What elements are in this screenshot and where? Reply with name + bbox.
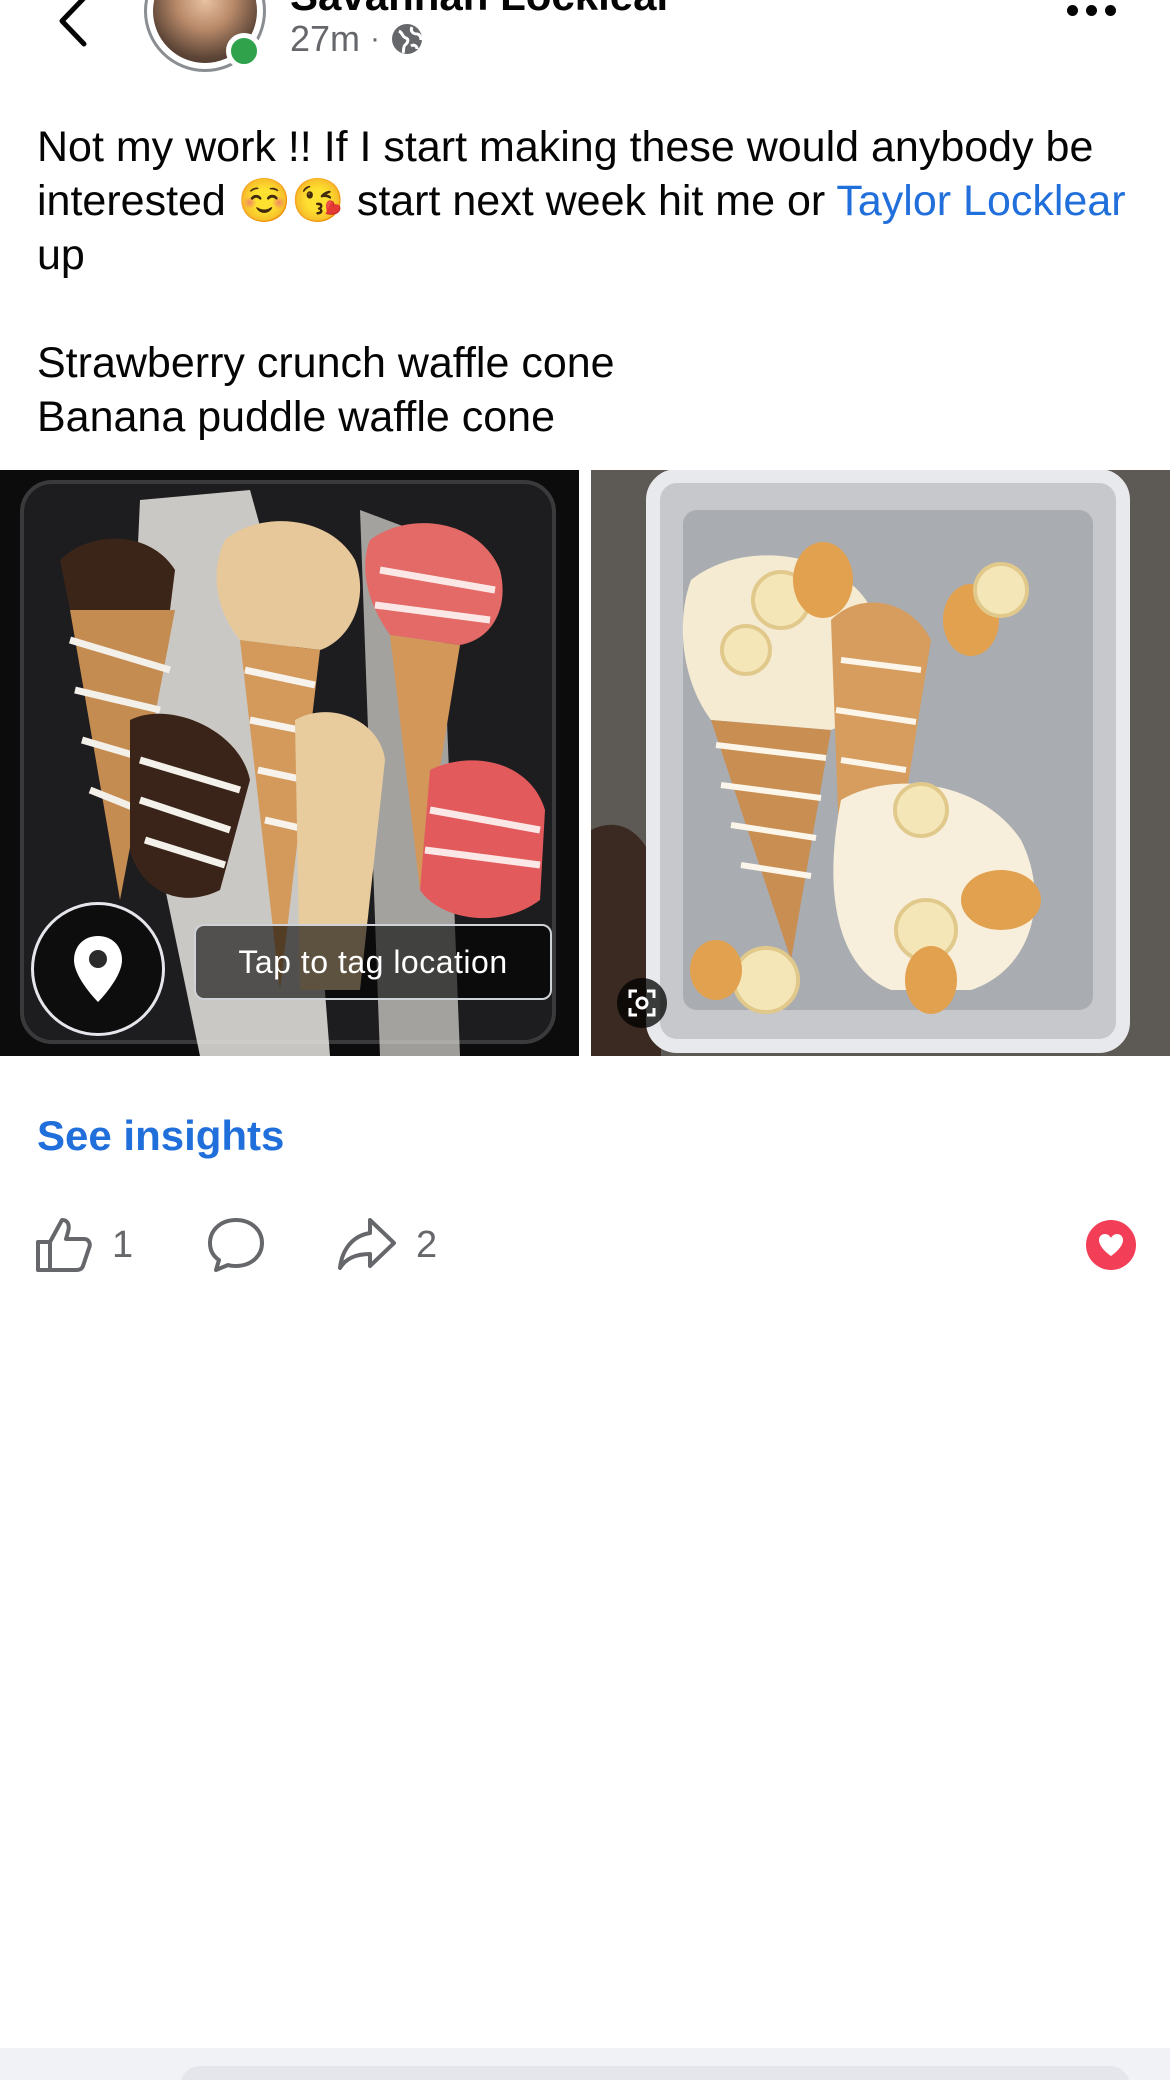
- mention-link[interactable]: Taylor Locklear: [836, 177, 1125, 225]
- post-paragraph: Not my work !! If I start making these w…: [37, 120, 1137, 282]
- more-options-button[interactable]: [1056, 0, 1126, 30]
- tag-location-button[interactable]: [31, 902, 165, 1036]
- heart-reaction[interactable]: [1086, 1220, 1136, 1270]
- photo-banana-cones-image: [591, 470, 1170, 1056]
- post-header: Savannah Locklear 27m ·: [0, 0, 1170, 80]
- chevron-left-icon: [59, 0, 87, 47]
- share-count: 2: [416, 1223, 438, 1266]
- map-pin-icon: [74, 936, 122, 1002]
- comment-icon: [208, 1218, 264, 1272]
- meta-separator: ·: [370, 22, 381, 55]
- back-button[interactable]: [48, 0, 98, 56]
- visual-search-button[interactable]: [617, 978, 667, 1028]
- like-button[interactable]: 1: [34, 1210, 133, 1280]
- comment-composer[interactable]: [180, 2066, 1130, 2080]
- share-button[interactable]: 2: [336, 1210, 437, 1280]
- avatar[interactable]: [144, 0, 266, 72]
- tag-location-label[interactable]: Tap to tag location: [194, 924, 552, 1000]
- author-name[interactable]: Savannah Locklear: [290, 0, 673, 20]
- heart-reaction-icon: [1099, 1234, 1123, 1256]
- post-line-strawberry: Strawberry crunch waffle cone: [37, 339, 615, 387]
- photo-strawberry-cones[interactable]: Tap to tag location: [0, 470, 579, 1056]
- post-line-banana: Banana puddle waffle cone: [37, 393, 556, 441]
- like-count: 1: [112, 1223, 134, 1266]
- post-meta: 27m ·: [290, 18, 424, 60]
- photo-grid: Tap to tag location: [0, 470, 1170, 1056]
- action-bar: 1 2: [0, 1210, 1170, 1280]
- online-status-indicator: [226, 33, 262, 69]
- thumbs-up-icon: [36, 1218, 92, 1272]
- visual-search-icon: [628, 989, 656, 1017]
- photo-banana-cones[interactable]: [591, 470, 1170, 1056]
- share-arrow-icon: [338, 1218, 396, 1270]
- globe-icon[interactable]: [390, 22, 424, 56]
- post-time[interactable]: 27m: [290, 18, 360, 60]
- more-horizontal-icon: [1066, 4, 1078, 16]
- post-body: Not my work !! If I start making these w…: [37, 120, 1137, 444]
- see-insights-link[interactable]: See insights: [37, 1112, 284, 1160]
- comment-button[interactable]: [206, 1210, 266, 1280]
